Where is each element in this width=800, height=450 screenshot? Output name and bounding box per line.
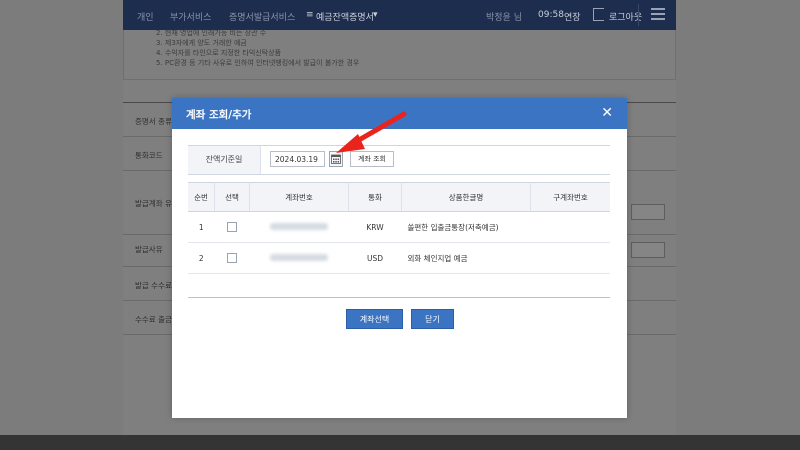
bg-label: 발급 수수료 (135, 281, 172, 290)
account-lookup-modal: 계좌 조회/추가 ✕ 잔액기준일 2024.03.19 계좌 조회 순번 선택 … (172, 98, 627, 418)
bg-input (631, 242, 665, 258)
bg-label: 발급계좌 유 (135, 199, 172, 208)
old-account-number (530, 211, 610, 243)
account-number-redacted (249, 242, 349, 274)
notice-box: 2. 현재 영업에 인래가능 비는 장관 수 3. 제3자에게 양도 거래한 예… (123, 29, 676, 80)
footer-bar (0, 435, 800, 450)
row-checkbox-cell (214, 211, 250, 243)
redacted-value (270, 222, 328, 230)
table-bottom-line (188, 297, 610, 298)
currency: USD (348, 242, 402, 274)
header-account-number: 계좌번호 (249, 182, 349, 212)
extend-session-button[interactable]: 연장 (564, 10, 581, 23)
bg-label: 발급사유 (135, 245, 163, 254)
table-row[interactable]: 1 KRW 쏠편한 입출금통장(저축예금) (188, 211, 610, 243)
nav-menu-icon-small: ≡ (306, 10, 314, 20)
row-checkbox-cell (214, 242, 250, 274)
nav-item-balance-certificate[interactable]: 예금잔액증명서 (316, 10, 374, 23)
notice-line: 4. 수익자를 타인으로 지정한 타익신탁상품 (156, 49, 282, 57)
notice-line: 5. PC환경 등 기타 사유로 인하여 인터넷뱅킹에서 발급이 불가한 경우 (156, 59, 360, 67)
close-icon[interactable]: ✕ (601, 105, 613, 121)
header-currency: 통화 (348, 182, 402, 212)
calendar-icon[interactable] (329, 151, 343, 167)
balance-date-label: 잔액기준일 (188, 146, 261, 174)
header-old-account-number: 구계좌번호 (530, 182, 610, 212)
currency: KRW (348, 211, 402, 243)
close-button[interactable]: 닫기 (411, 309, 454, 329)
bg-label: 증명서 종류 (135, 117, 172, 126)
balance-date-input[interactable]: 2024.03.19 (270, 151, 325, 167)
select-account-button[interactable]: 계좌선택 (346, 309, 403, 329)
product-name: 쏠편한 입출금통장(저축예금) (401, 211, 531, 243)
nav-item-additional-services[interactable]: 부가서비스 (170, 10, 211, 23)
bg-input (631, 204, 665, 220)
bg-label: 수수료 출금 (135, 315, 172, 324)
header-no: 순번 (188, 182, 215, 212)
user-name: 박정윤 님 (486, 13, 522, 23)
row-number: 1 (188, 211, 215, 243)
nav-item-personal[interactable]: 개인 (137, 10, 154, 23)
bg-label: 통화코드 (135, 151, 163, 160)
notice-line: 3. 제3자에게 양도 거래한 예금 (156, 39, 247, 47)
hamburger-menu-icon[interactable] (651, 8, 665, 20)
notice-line: 2. 현재 영업에 인래가능 비는 장관 수 (156, 29, 267, 37)
chevron-down-icon[interactable]: ▾ (373, 10, 378, 20)
select-checkbox[interactable] (227, 222, 237, 232)
balance-date-row: 잔액기준일 2024.03.19 계좌 조회 (188, 145, 610, 175)
product-name: 외화 체인지업 예금 (401, 242, 531, 274)
logout-icon[interactable] (593, 8, 604, 21)
account-number-redacted (249, 211, 349, 243)
modal-header: 계좌 조회/추가 ✕ (172, 98, 627, 129)
account-table: 순번 선택 계좌번호 통화 상품한글명 구계좌번호 1 KRW 쏠편한 입출금통… (188, 182, 610, 274)
header-product-name: 상품한글명 (401, 182, 531, 212)
redacted-value (270, 253, 328, 261)
select-checkbox[interactable] (227, 253, 237, 263)
session-timer: 09:58 (538, 10, 564, 20)
modal-title: 계좌 조회/추가 (186, 109, 252, 121)
account-query-button[interactable]: 계좌 조회 (350, 151, 394, 167)
top-navigation-bar: 개인 부가서비스 증명서발급서비스 ≡ 예금잔액증명서 ▾ 박정윤 님 09:5… (123, 0, 676, 30)
nav-item-certificate-service[interactable]: 증명서발급서비스 (229, 10, 295, 23)
header-select: 선택 (214, 182, 250, 212)
nav-divider (638, 4, 639, 26)
row-number: 2 (188, 242, 215, 274)
table-row[interactable]: 2 USD 외화 체인지업 예금 (188, 242, 610, 274)
old-account-number (530, 242, 610, 274)
